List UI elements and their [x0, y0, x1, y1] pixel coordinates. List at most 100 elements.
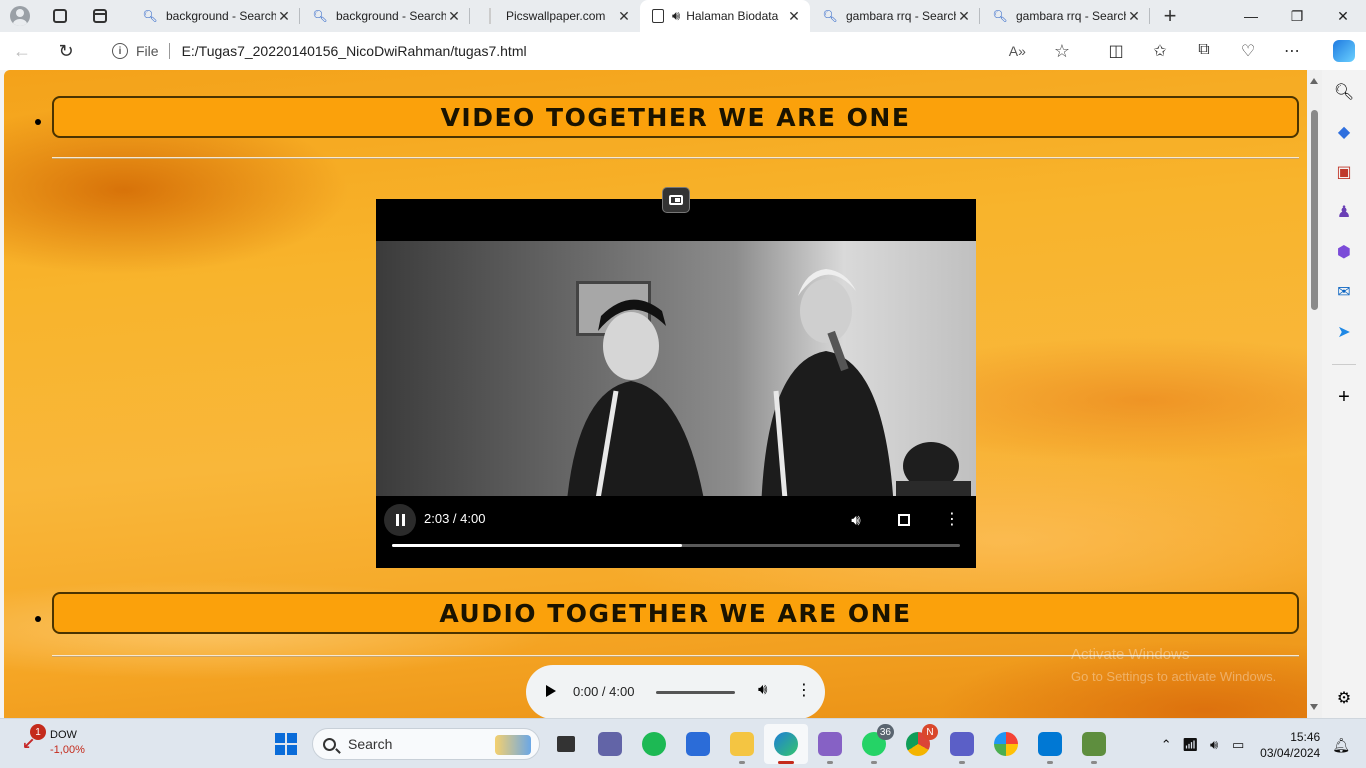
taskbar-app-whatsapp[interactable]: 36: [852, 724, 896, 764]
audio-volume-button[interactable]: 🔊︎: [758, 681, 767, 698]
taskbar-app-spotify[interactable]: [632, 724, 676, 764]
blank-page-icon: [482, 8, 498, 24]
search-icon[interactable]: 🔍︎: [1322, 72, 1366, 112]
close-icon[interactable]: ✕: [786, 8, 802, 25]
scrollbar-thumb[interactable]: [1311, 110, 1318, 310]
search-icon: 🔍︎: [992, 9, 1008, 23]
watermark-title: Activate Windows: [1071, 646, 1190, 663]
search-icon: 🔍︎: [312, 9, 328, 23]
info-icon[interactable]: i: [112, 43, 128, 59]
close-window-button[interactable]: ✕: [1320, 0, 1366, 32]
running-indicator: [827, 761, 833, 764]
audio-more-button[interactable]: ⋮: [796, 680, 812, 700]
notification-bell-icon[interactable]: 🔔︎: [1332, 737, 1350, 754]
video-player[interactable]: 2:03 / 4:00 🔊︎ ⋮: [376, 187, 976, 568]
more-menu-icon[interactable]: ⋯: [1270, 41, 1314, 61]
taskbar-app-browser[interactable]: [984, 724, 1028, 764]
taskbar-app-teams[interactable]: [940, 724, 984, 764]
stock-badge: 1: [30, 724, 46, 740]
clock-time: 15:46: [1290, 730, 1321, 744]
visual-studio-icon: [818, 732, 842, 756]
address-bar[interactable]: i File E:/Tugas7_20220140156_NicoDwiRahm…: [96, 36, 1086, 66]
taskbar-search[interactable]: Search: [312, 728, 540, 760]
close-icon[interactable]: ✕: [446, 8, 462, 25]
tab-gambara-rrq-2[interactable]: 🔍︎ gambara rrq - Search ✕: [980, 0, 1150, 32]
horizontal-rule: [52, 157, 1299, 159]
taskbar-app-chat[interactable]: [588, 724, 632, 764]
outlook-icon[interactable]: ✉: [1322, 272, 1366, 312]
scroll-up-arrow[interactable]: [1310, 78, 1318, 84]
microsoft365-icon[interactable]: ⬢: [1322, 232, 1366, 272]
volume-button[interactable]: 🔊︎: [844, 508, 868, 532]
taskbar-app-explorer[interactable]: [720, 724, 764, 764]
speaker-icon[interactable]: 🔊︎: [672, 8, 680, 24]
browser-essentials-icon[interactable]: ♡: [1226, 41, 1270, 61]
search-icon: 🔍︎: [822, 9, 838, 23]
close-icon[interactable]: ✕: [276, 8, 292, 25]
start-button[interactable]: [268, 724, 304, 764]
stock-widget[interactable]: ↙ 1 DOW -1,00%: [20, 724, 85, 758]
tab-gambara-rrq-1[interactable]: 🔍︎ gambara rrq - Search ✕: [810, 0, 980, 32]
read-aloud-icon[interactable]: A»: [1009, 43, 1026, 59]
list-bullet: [35, 119, 41, 125]
send-icon[interactable]: ➤: [1322, 312, 1366, 352]
tab-actions-icon: [93, 9, 107, 23]
fullscreen-button[interactable]: [892, 508, 916, 532]
task-view-button[interactable]: [544, 724, 588, 764]
restore-button[interactable]: ❐: [1274, 0, 1320, 32]
person-right: [761, 269, 893, 496]
tray-overflow-chevron-icon[interactable]: ⌃: [1154, 737, 1178, 753]
battery-icon[interactable]: ▭: [1226, 737, 1250, 753]
tab-background-search-1[interactable]: 🔍︎ background - Search ✕: [130, 0, 300, 32]
copilot-icon[interactable]: [1333, 40, 1355, 62]
shopping-tag-icon[interactable]: ◆: [1322, 112, 1366, 152]
tab-actions-button[interactable]: [80, 0, 120, 32]
clock[interactable]: 15:46 03/04/2024: [1260, 729, 1320, 761]
page-scrollbar[interactable]: [1307, 70, 1322, 718]
wifi-icon[interactable]: 📶︎: [1178, 737, 1202, 753]
close-icon[interactable]: ✕: [616, 8, 632, 25]
tools-icon[interactable]: ▣: [1322, 152, 1366, 192]
pause-button[interactable]: [384, 504, 416, 536]
games-icon[interactable]: ♟: [1322, 192, 1366, 232]
close-icon[interactable]: ✕: [956, 8, 972, 25]
play-button[interactable]: [546, 685, 556, 697]
taskbar-search-placeholder: Search: [348, 736, 393, 752]
url-text[interactable]: E:/Tugas7_20220140156_NicoDwiRahman/tuga…: [182, 43, 1009, 59]
more-vertical-icon: ⋮: [944, 511, 960, 528]
close-icon[interactable]: ✕: [1126, 8, 1142, 25]
favorites-icon[interactable]: ✩: [1138, 41, 1182, 61]
video-seek-bar[interactable]: [392, 544, 960, 547]
new-tab-button[interactable]: +: [1150, 3, 1190, 29]
audio-seek-bar[interactable]: [656, 691, 735, 694]
taskbar-app-edge[interactable]: [764, 724, 808, 764]
tab-halaman-biodata[interactable]: 🔊︎ Halaman Biodata ✕: [640, 0, 810, 32]
settings-gear-icon[interactable]: ⚙: [1322, 678, 1366, 718]
add-icon[interactable]: +: [1322, 377, 1366, 417]
taskbar-app-chrome[interactable]: N: [896, 724, 940, 764]
volume-icon[interactable]: 🔊︎: [1202, 737, 1226, 753]
search-icon: [323, 737, 336, 751]
tab-background-search-2[interactable]: 🔍︎ background - Search ✕: [300, 0, 470, 32]
picture-in-picture-button[interactable]: [662, 187, 690, 213]
video-more-button[interactable]: ⋮: [940, 508, 964, 532]
video-frame[interactable]: [376, 241, 976, 496]
taskbar-app-xampp[interactable]: [1072, 724, 1116, 764]
split-screen-icon[interactable]: ◫: [1094, 41, 1138, 61]
scroll-down-arrow[interactable]: [1310, 704, 1318, 710]
workspaces-button[interactable]: [40, 0, 80, 32]
taskbar-app-store[interactable]: [676, 724, 720, 764]
refresh-button[interactable]: ↻: [44, 41, 88, 62]
favorite-star-icon[interactable]: ☆: [1054, 41, 1070, 62]
taskbar-app-vscode[interactable]: [1028, 724, 1072, 764]
stock-change: -1,00%: [50, 744, 85, 756]
tab-picswallpaper[interactable]: Picswallpaper.com ✕: [470, 0, 640, 32]
audio-player[interactable]: 0:00 / 4:00 🔊︎ ⋮: [526, 665, 825, 718]
minimize-button[interactable]: —: [1228, 0, 1274, 32]
video-progress-fill: [392, 544, 682, 547]
running-indicator: [739, 761, 745, 764]
profile-avatar[interactable]: [0, 0, 40, 32]
collections-icon[interactable]: ⧉: [1182, 41, 1226, 61]
taskbar-app-visual-studio[interactable]: [808, 724, 852, 764]
back-button[interactable]: ←: [0, 41, 44, 62]
